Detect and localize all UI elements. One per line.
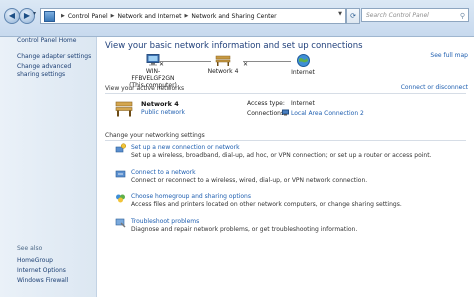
sidebar-item-change-advanced-sharing-settings[interactable]: Change advanced sharing settings: [17, 63, 87, 78]
refresh-button[interactable]: ⟳: [346, 8, 360, 24]
chevron-right-icon[interactable]: ▶: [111, 13, 115, 19]
main-content: View your basic network information and …: [97, 37, 474, 297]
computer-node: WIN-FFBVELGF2GN (This computer): [125, 54, 181, 89]
sidebar-item-internet-options[interactable]: Internet Options: [17, 267, 95, 275]
sidebar-item-windows-firewall[interactable]: Windows Firewall: [17, 277, 95, 285]
access-type-value: Internet: [291, 100, 315, 107]
see-also-header: See also: [17, 245, 43, 252]
setup-connection-link[interactable]: Set up a new connection or network: [131, 144, 240, 151]
networking-settings-header: Change your networking settings: [105, 132, 205, 139]
control-panel-icon: [44, 10, 55, 22]
troubleshoot-desc: Diagnose and repair network problems, or…: [131, 226, 358, 233]
globe-icon: [296, 54, 310, 67]
search-placeholder: Search Control Panel: [366, 12, 429, 19]
new-connection-icon: [115, 143, 126, 153]
breadcrumb-network-and-sharing-center[interactable]: Network and Sharing Center: [191, 13, 276, 20]
internet-node-name: Internet: [291, 69, 315, 76]
address-bar: ◀ ▶ ▾ ▶ Control Panel ▶ Network and Inte…: [0, 0, 474, 37]
connections-label: Connections:: [247, 110, 287, 117]
sidebar-item-control-panel-home[interactable]: Control Panel Home: [17, 37, 95, 45]
back-button[interactable]: ◀: [4, 8, 20, 24]
breadcrumb-control-panel[interactable]: Control Panel: [68, 13, 108, 20]
chevron-right-icon[interactable]: ▶: [185, 13, 189, 19]
troubleshoot-icon: [115, 218, 126, 228]
bench-icon: [115, 101, 133, 117]
connect-network-icon: [115, 170, 126, 178]
troubleshoot-link[interactable]: Troubleshoot problems: [131, 218, 199, 225]
search-icon[interactable]: ⚲: [460, 9, 465, 23]
divider: [105, 93, 466, 94]
breadcrumb[interactable]: ▶ Control Panel ▶ Network and Internet ▶…: [40, 8, 346, 24]
computer-name: WIN-FFBVELGF2GN: [131, 68, 175, 82]
network-node: Network 4: [201, 54, 245, 75]
network-type-link[interactable]: Public network: [141, 109, 185, 116]
local-area-connection-link[interactable]: Local Area Connection 2: [291, 110, 364, 117]
network-node-name: Network 4: [207, 68, 239, 75]
chevron-right-icon[interactable]: ▶: [61, 13, 65, 19]
active-networks-header: View your active networks: [105, 85, 185, 92]
connect-or-disconnect-link[interactable]: Connect or disconnect: [401, 84, 468, 91]
recent-pages-dropdown[interactable]: ▾: [33, 10, 36, 17]
chevron-down-icon[interactable]: ▼: [338, 11, 342, 17]
breadcrumb-network-and-internet[interactable]: Network and Internet: [118, 13, 182, 20]
see-full-map-link[interactable]: See full map: [430, 52, 468, 59]
sidebar-item-homegroup[interactable]: HomeGroup: [17, 257, 95, 265]
bench-icon: [215, 55, 231, 66]
internet-node: Internet: [283, 54, 323, 76]
homegroup-sharing-desc: Access files and printers located on oth…: [131, 201, 402, 208]
active-network-name: Network 4: [141, 100, 179, 108]
divider: [105, 140, 466, 141]
connect-to-network-desc: Connect or reconnect to a wireless, wire…: [131, 177, 368, 184]
search-input[interactable]: Search Control Panel ⚲: [361, 8, 469, 22]
page-title: View your basic network information and …: [105, 41, 363, 51]
homegroup-icon: [116, 194, 125, 203]
ethernet-icon: [282, 109, 289, 118]
sidebar-item-change-adapter-settings[interactable]: Change adapter settings: [17, 53, 95, 61]
connect-to-network-link[interactable]: Connect to a network: [131, 169, 196, 176]
access-type-label: Access type:: [247, 100, 285, 107]
sidebar: Control Panel Home Change adapter settin…: [0, 37, 97, 297]
setup-connection-desc: Set up a wireless, broadband, dial-up, a…: [131, 152, 432, 159]
homegroup-sharing-link[interactable]: Choose homegroup and sharing options: [131, 193, 251, 200]
computer-icon: [146, 54, 160, 66]
